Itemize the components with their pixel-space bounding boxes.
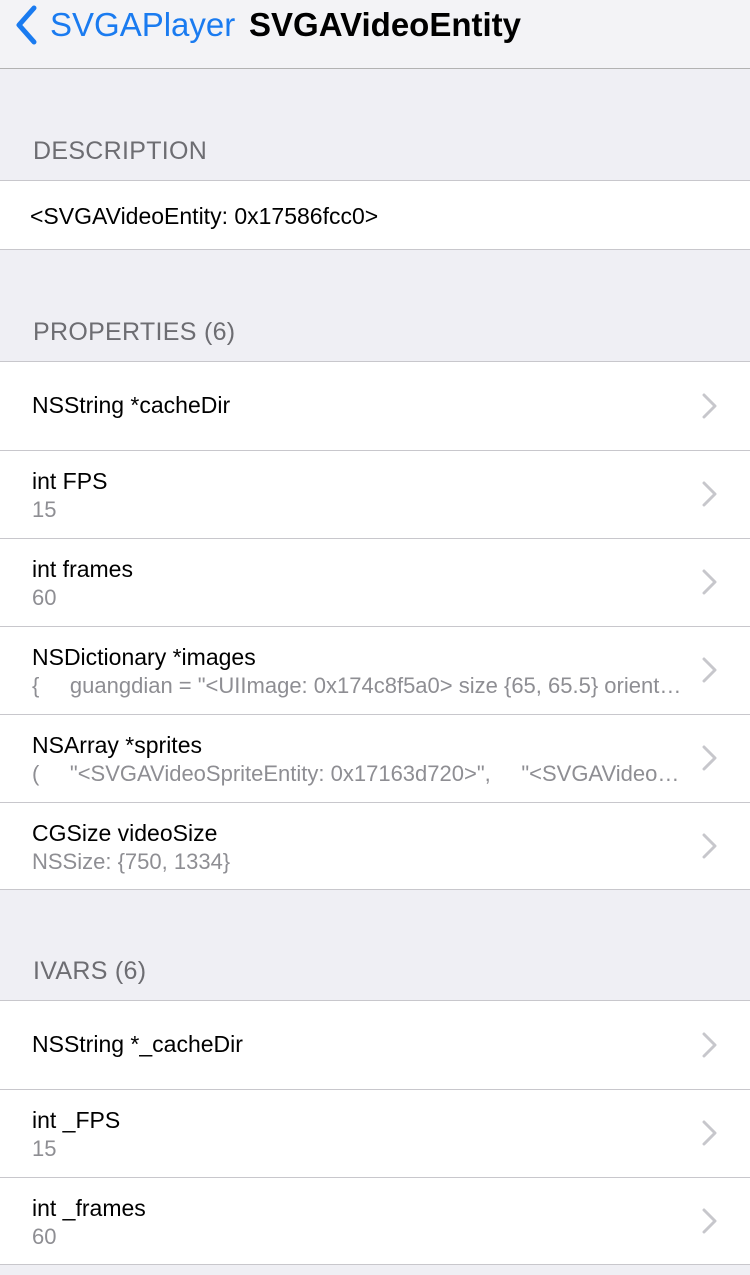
section-header-properties: PROPERTIES (6) [33, 318, 236, 346]
row-value: { guangdian = "<UIImage: 0x174c8f5a0> si… [32, 673, 682, 698]
row-title: NSString *cacheDir [32, 392, 231, 418]
row-value: NSSize: {750, 1334} [32, 849, 231, 874]
description-group: <SVGAVideoEntity: 0x17586fcc0> [0, 180, 750, 250]
row-value: 60 [32, 585, 57, 610]
description-value: <SVGAVideoEntity: 0x17586fcc0> [30, 203, 379, 229]
chevron-right-icon [702, 1120, 717, 1146]
row-title: int _frames [32, 1195, 146, 1221]
row-value: 15 [32, 1136, 57, 1161]
row-value: ( "<SVGAVideoSpriteEntity: 0x17163d720>"… [32, 761, 682, 786]
chevron-right-icon [702, 1032, 717, 1058]
back-button-label: SVGAPlayer [50, 6, 236, 43]
row-value: 60 [32, 1224, 57, 1249]
chevron-right-icon [702, 745, 717, 771]
chevron-right-icon [702, 393, 717, 419]
property-row-images[interactable]: NSDictionary *images { guangdian = "<UII… [0, 626, 750, 714]
property-row-fps[interactable]: int FPS 15 [0, 450, 750, 538]
row-title: NSArray *sprites [32, 732, 202, 758]
chevron-right-icon [702, 833, 717, 859]
section-header-ivars: IVARS (6) [33, 957, 147, 985]
ivar-row-fps[interactable]: int _FPS 15 [0, 1089, 750, 1177]
ivar-row-frames[interactable]: int _frames 60 [0, 1177, 750, 1265]
page-title: SVGAVideoEntity [249, 6, 521, 43]
row-title: int frames [32, 556, 133, 582]
property-row-videosize[interactable]: CGSize videoSize NSSize: {750, 1334} [0, 802, 750, 890]
property-row-sprites[interactable]: NSArray *sprites ( "<SVGAVideoSpriteEnti… [0, 714, 750, 802]
row-value: 15 [32, 497, 57, 522]
ivar-row-cachedir[interactable]: NSString *_cacheDir [0, 1001, 750, 1089]
row-title: CGSize videoSize [32, 820, 218, 846]
chevron-right-icon [702, 481, 717, 507]
navigation-bar: SVGAPlayer SVGAVideoEntity [0, 0, 750, 69]
row-title: int _FPS [32, 1107, 121, 1133]
ivars-group: NSString *_cacheDir int _FPS 15 int _fra… [0, 1000, 750, 1265]
chevron-right-icon [702, 1208, 717, 1234]
property-row-frames[interactable]: int frames 60 [0, 538, 750, 626]
properties-group: NSString *cacheDir int FPS 15 int frames… [0, 361, 750, 890]
row-title: int FPS [32, 468, 108, 494]
row-title: NSDictionary *images [32, 644, 256, 670]
row-title: NSString *_cacheDir [32, 1031, 243, 1057]
chevron-right-icon [702, 569, 717, 595]
chevron-left-icon [16, 5, 37, 45]
chevron-right-icon [702, 657, 717, 683]
property-row-cachedir[interactable]: NSString *cacheDir [0, 362, 750, 450]
back-button[interactable]: SVGAPlayer [14, 0, 235, 50]
section-header-description: DESCRIPTION [33, 137, 208, 165]
